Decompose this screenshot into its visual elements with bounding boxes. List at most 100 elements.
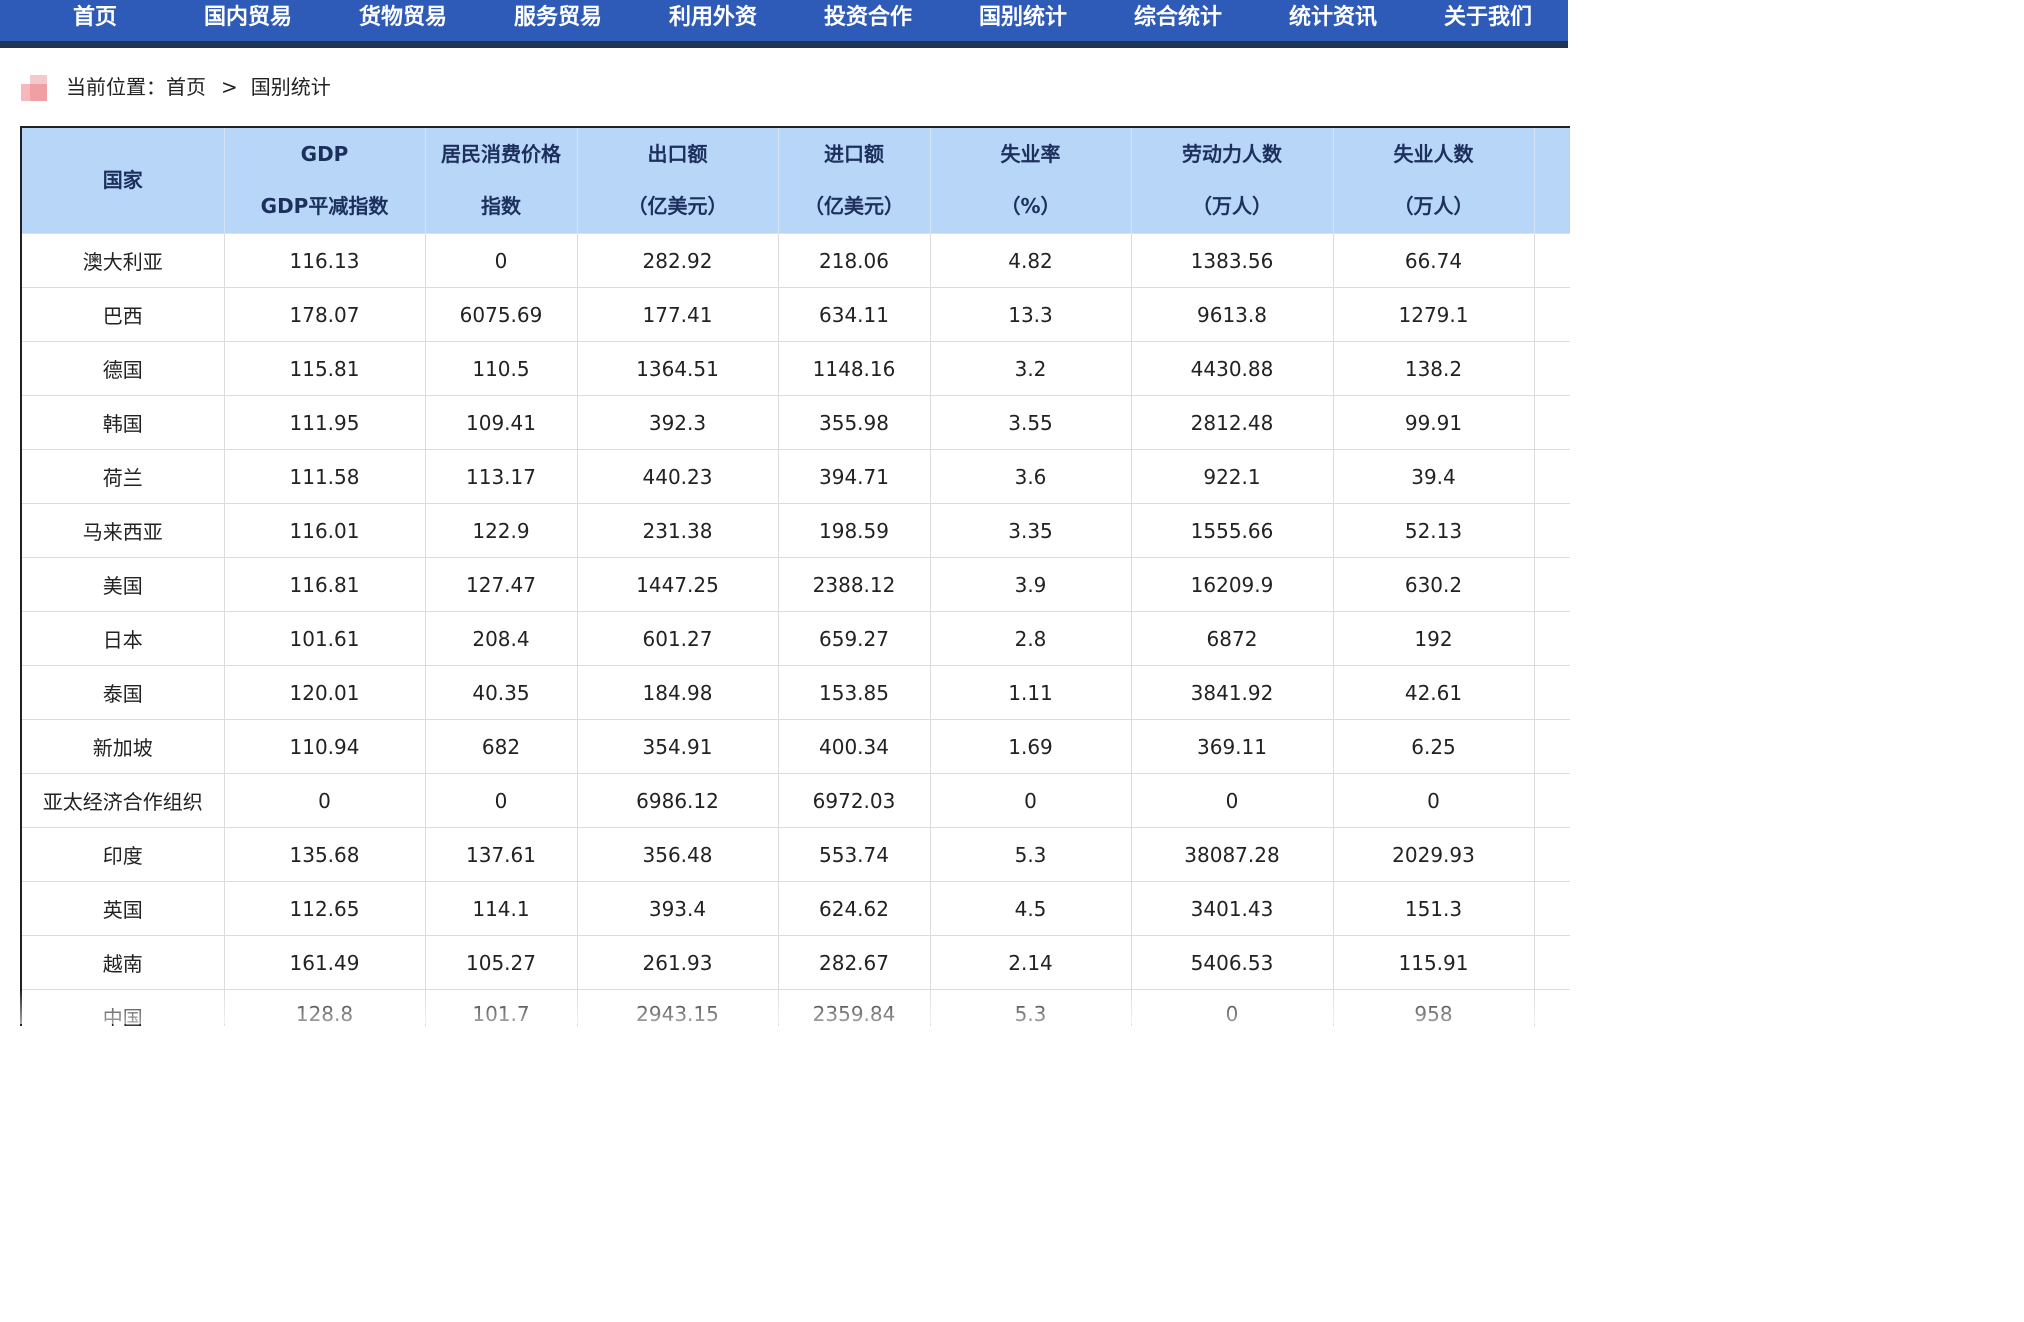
column-header-unemployed: 失业人数 （万人） — [1333, 128, 1535, 234]
nav-item-about-us[interactable]: 关于我们 — [1444, 0, 1532, 36]
table-row: 中国 128.8 101.7 2943.15 2359.84 5.3 0 958 — [22, 989, 1570, 1026]
cell-overflow — [1534, 773, 1570, 828]
cell-cpi: 682 — [425, 719, 578, 774]
table-row: 新加坡 110.94 682 354.91 400.34 1.69 369.11 6.25 — [22, 719, 1570, 774]
cell-unemployed: 630.2 — [1333, 557, 1535, 612]
cell-imports: 624.62 — [778, 881, 931, 936]
cell-gdp: 161.49 — [224, 935, 426, 990]
cell-gdp: 135.68 — [224, 827, 426, 882]
cell-overflow — [1534, 449, 1570, 504]
nav-item-investment-cooperation[interactable]: 投资合作 — [824, 0, 912, 36]
cell-gdp: 178.07 — [224, 287, 426, 342]
cell-unemployment-rate: 2.14 — [930, 935, 1132, 990]
cell-cpi: 109.41 — [425, 395, 578, 450]
column-header-imports: 进口额 （亿美元） — [778, 128, 931, 234]
cell-unemployed: 151.3 — [1333, 881, 1535, 936]
cell-exports: 184.98 — [577, 665, 779, 720]
cell-labor-force: 16209.9 — [1131, 557, 1334, 612]
cell-exports: 393.4 — [577, 881, 779, 936]
cell-unemployment-rate: 0 — [930, 773, 1132, 828]
nav-item-home[interactable]: 首页 — [73, 0, 117, 36]
cell-country: 新加坡 — [22, 719, 225, 774]
cell-labor-force: 9613.8 — [1131, 287, 1334, 342]
cell-overflow — [1534, 881, 1570, 936]
cell-unemployed: 115.91 — [1333, 935, 1535, 990]
cell-labor-force: 6872 — [1131, 611, 1334, 666]
breadcrumb-separator: > — [221, 75, 238, 99]
cell-exports: 6986.12 — [577, 773, 779, 828]
cell-cpi: 127.47 — [425, 557, 578, 612]
cell-overflow — [1534, 719, 1570, 774]
cell-unemployed: 39.4 — [1333, 449, 1535, 504]
cell-labor-force: 3841.92 — [1131, 665, 1334, 720]
nav-item-comprehensive-statistics[interactable]: 综合统计 — [1134, 0, 1222, 36]
cell-labor-force: 2812.48 — [1131, 395, 1334, 450]
cell-imports: 634.11 — [778, 287, 931, 342]
country-statistics-table-container[interactable]: 国家 GDP GDP平减指数 居民消费价格 指数 出口额 （亿美元） 进口额 （亿美元）… — [20, 126, 1570, 1026]
column-header-country: 国家 — [22, 128, 225, 234]
cell-unemployed: 1279.1 — [1333, 287, 1535, 342]
cell-unemployment-rate: 3.35 — [930, 503, 1132, 558]
cell-cpi: 110.5 — [425, 341, 578, 396]
nav-item-statistics-news[interactable]: 统计资讯 — [1289, 0, 1377, 36]
nav-item-foreign-investment[interactable]: 利用外资 — [669, 0, 757, 36]
nav-item-country-statistics[interactable]: 国别统计 — [979, 0, 1067, 36]
cell-country: 德国 — [22, 341, 225, 396]
cell-imports: 394.71 — [778, 449, 931, 504]
nav-item-service-trade[interactable]: 服务贸易 — [514, 0, 602, 36]
table-row: 英国 112.65 114.1 393.4 624.62 4.5 3401.43 151.3 — [22, 881, 1570, 936]
nav-item-goods-trade[interactable]: 货物贸易 — [359, 0, 447, 36]
breadcrumb-current: 国别统计 — [250, 75, 331, 99]
cell-unemployment-rate: 4.5 — [930, 881, 1132, 936]
cell-gdp: 128.8 — [224, 989, 426, 1026]
cell-country: 马来西亚 — [22, 503, 225, 558]
column-header-overflow — [1534, 128, 1570, 234]
nav-item-domestic-trade[interactable]: 国内贸易 — [204, 0, 292, 36]
cell-cpi: 113.17 — [425, 449, 578, 504]
cell-country: 越南 — [22, 935, 225, 990]
cell-unemployment-rate: 3.9 — [930, 557, 1132, 612]
breadcrumb-home-link[interactable]: 首页 — [166, 75, 206, 99]
cell-unemployed: 6.25 — [1333, 719, 1535, 774]
cell-exports: 231.38 — [577, 503, 779, 558]
column-header-cpi: 居民消费价格 指数 — [425, 128, 578, 234]
column-header-gdp: GDP GDP平减指数 — [224, 128, 426, 234]
country-statistics-table: 国家 GDP GDP平减指数 居民消费价格 指数 出口额 （亿美元） 进口额 （亿美元）… — [22, 128, 1570, 1026]
cell-country: 荷兰 — [22, 449, 225, 504]
cell-exports: 354.91 — [577, 719, 779, 774]
cell-exports: 282.92 — [577, 233, 779, 288]
cell-labor-force: 369.11 — [1131, 719, 1334, 774]
cell-unemployed: 2029.93 — [1333, 827, 1535, 882]
cell-cpi: 40.35 — [425, 665, 578, 720]
cell-labor-force: 38087.28 — [1131, 827, 1334, 882]
cell-exports: 601.27 — [577, 611, 779, 666]
cell-labor-force: 922.1 — [1131, 449, 1334, 504]
cell-cpi: 0 — [425, 233, 578, 288]
cell-exports: 392.3 — [577, 395, 779, 450]
table-row: 巴西 178.07 6075.69 177.41 634.11 13.3 9613.8 127… — [22, 287, 1570, 342]
cell-cpi: 6075.69 — [425, 287, 578, 342]
cell-exports: 2943.15 — [577, 989, 779, 1026]
cell-country: 日本 — [22, 611, 225, 666]
cell-unemployment-rate: 5.3 — [930, 989, 1132, 1026]
cell-country: 美国 — [22, 557, 225, 612]
cell-country: 巴西 — [22, 287, 225, 342]
cell-imports: 659.27 — [778, 611, 931, 666]
cell-unemployment-rate: 2.8 — [930, 611, 1132, 666]
cell-gdp: 101.61 — [224, 611, 426, 666]
cell-gdp: 115.81 — [224, 341, 426, 396]
cell-country: 英国 — [22, 881, 225, 936]
cell-imports: 2388.12 — [778, 557, 931, 612]
cell-unemployment-rate: 5.3 — [930, 827, 1132, 882]
column-header-exports: 出口额 （亿美元） — [577, 128, 779, 234]
cell-labor-force: 3401.43 — [1131, 881, 1334, 936]
cell-country: 亚太经济合作组织 — [22, 773, 225, 828]
cell-imports: 282.67 — [778, 935, 931, 990]
cell-labor-force: 0 — [1131, 773, 1334, 828]
table-row: 韩国 111.95 109.41 392.3 355.98 3.55 2812.48 99.9… — [22, 395, 1570, 450]
cell-imports: 2359.84 — [778, 989, 931, 1026]
cell-exports: 440.23 — [577, 449, 779, 504]
cell-overflow — [1534, 935, 1570, 990]
cell-imports: 1148.16 — [778, 341, 931, 396]
cell-labor-force: 0 — [1131, 989, 1334, 1026]
